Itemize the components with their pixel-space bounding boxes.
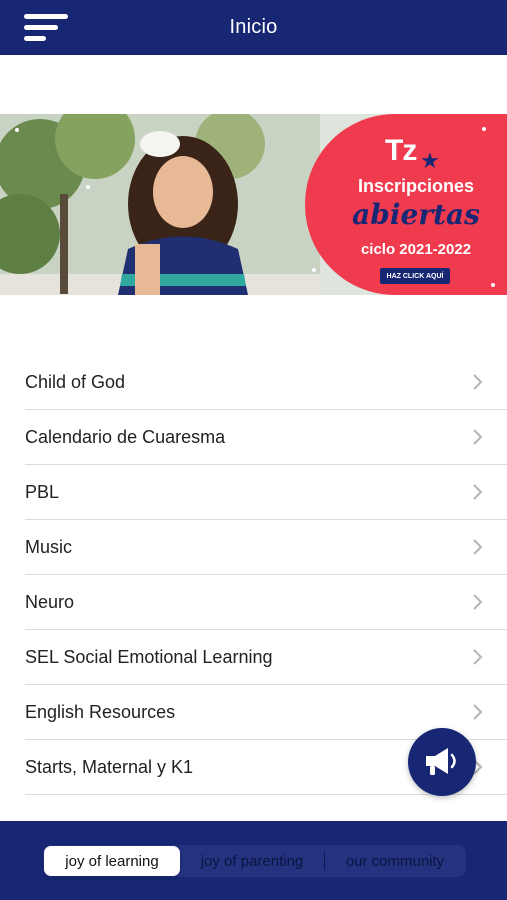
menu-item-music[interactable]: Music	[25, 520, 507, 575]
chevron-right-icon	[473, 649, 483, 665]
menu-item-label: Calendario de Cuaresma	[25, 426, 226, 447]
sparkle-icon	[15, 128, 19, 132]
promo-cycle: ciclo 2021-2022	[360, 241, 472, 258]
star-icon: ★	[420, 148, 440, 173]
promo-cta-button[interactable]: HAZ CLICK AQUÍ	[380, 268, 450, 284]
menu-item-pbl[interactable]: PBL	[25, 465, 507, 520]
menu-item-label: Child of God	[25, 371, 126, 392]
chevron-right-icon	[473, 429, 483, 445]
sparkle-icon	[312, 268, 316, 272]
menu-item-label: PBL	[25, 481, 60, 502]
menu-item-label: Neuro	[25, 591, 75, 612]
promo-headline: Inscripciones	[357, 176, 475, 196]
tab-our-community[interactable]: our community	[325, 846, 465, 876]
sparkle-icon	[482, 127, 486, 131]
menu-item-label: Starts, Maternal y K1	[25, 756, 194, 777]
sparkle-icon	[86, 185, 90, 189]
chevron-right-icon	[473, 594, 483, 610]
menu-item-child-of-god[interactable]: Child of God	[25, 355, 507, 410]
chevron-right-icon	[473, 539, 483, 555]
menu-item-label: English Resources	[25, 701, 176, 722]
chevron-right-icon	[473, 484, 483, 500]
menu-item-label: Music	[25, 536, 73, 557]
promo-highlight: abiertas	[352, 198, 480, 231]
chevron-right-icon	[473, 704, 483, 720]
chevron-right-icon	[473, 374, 483, 390]
page-title: Inicio	[229, 16, 278, 38]
promo-logo: Tz	[385, 134, 417, 167]
section-segmented-control: joy of learning joy of parenting our com…	[43, 845, 466, 877]
menu-item-sel[interactable]: SEL Social Emotional Learning	[25, 630, 507, 685]
top-app-bar: Inicio	[0, 0, 507, 55]
tab-joy-of-parenting[interactable]: joy of parenting	[180, 846, 324, 876]
hamburger-menu-icon[interactable]	[24, 12, 70, 44]
menu-item-calendario-de-cuaresma[interactable]: Calendario de Cuaresma	[25, 410, 507, 465]
announcements-button[interactable]	[408, 728, 476, 796]
menu-item-neuro[interactable]: Neuro	[25, 575, 507, 630]
tab-joy-of-learning[interactable]: joy of learning	[44, 846, 180, 876]
menu-item-label: SEL Social Emotional Learning	[25, 646, 273, 667]
sparkle-icon	[491, 283, 495, 287]
megaphone-icon	[426, 748, 456, 775]
